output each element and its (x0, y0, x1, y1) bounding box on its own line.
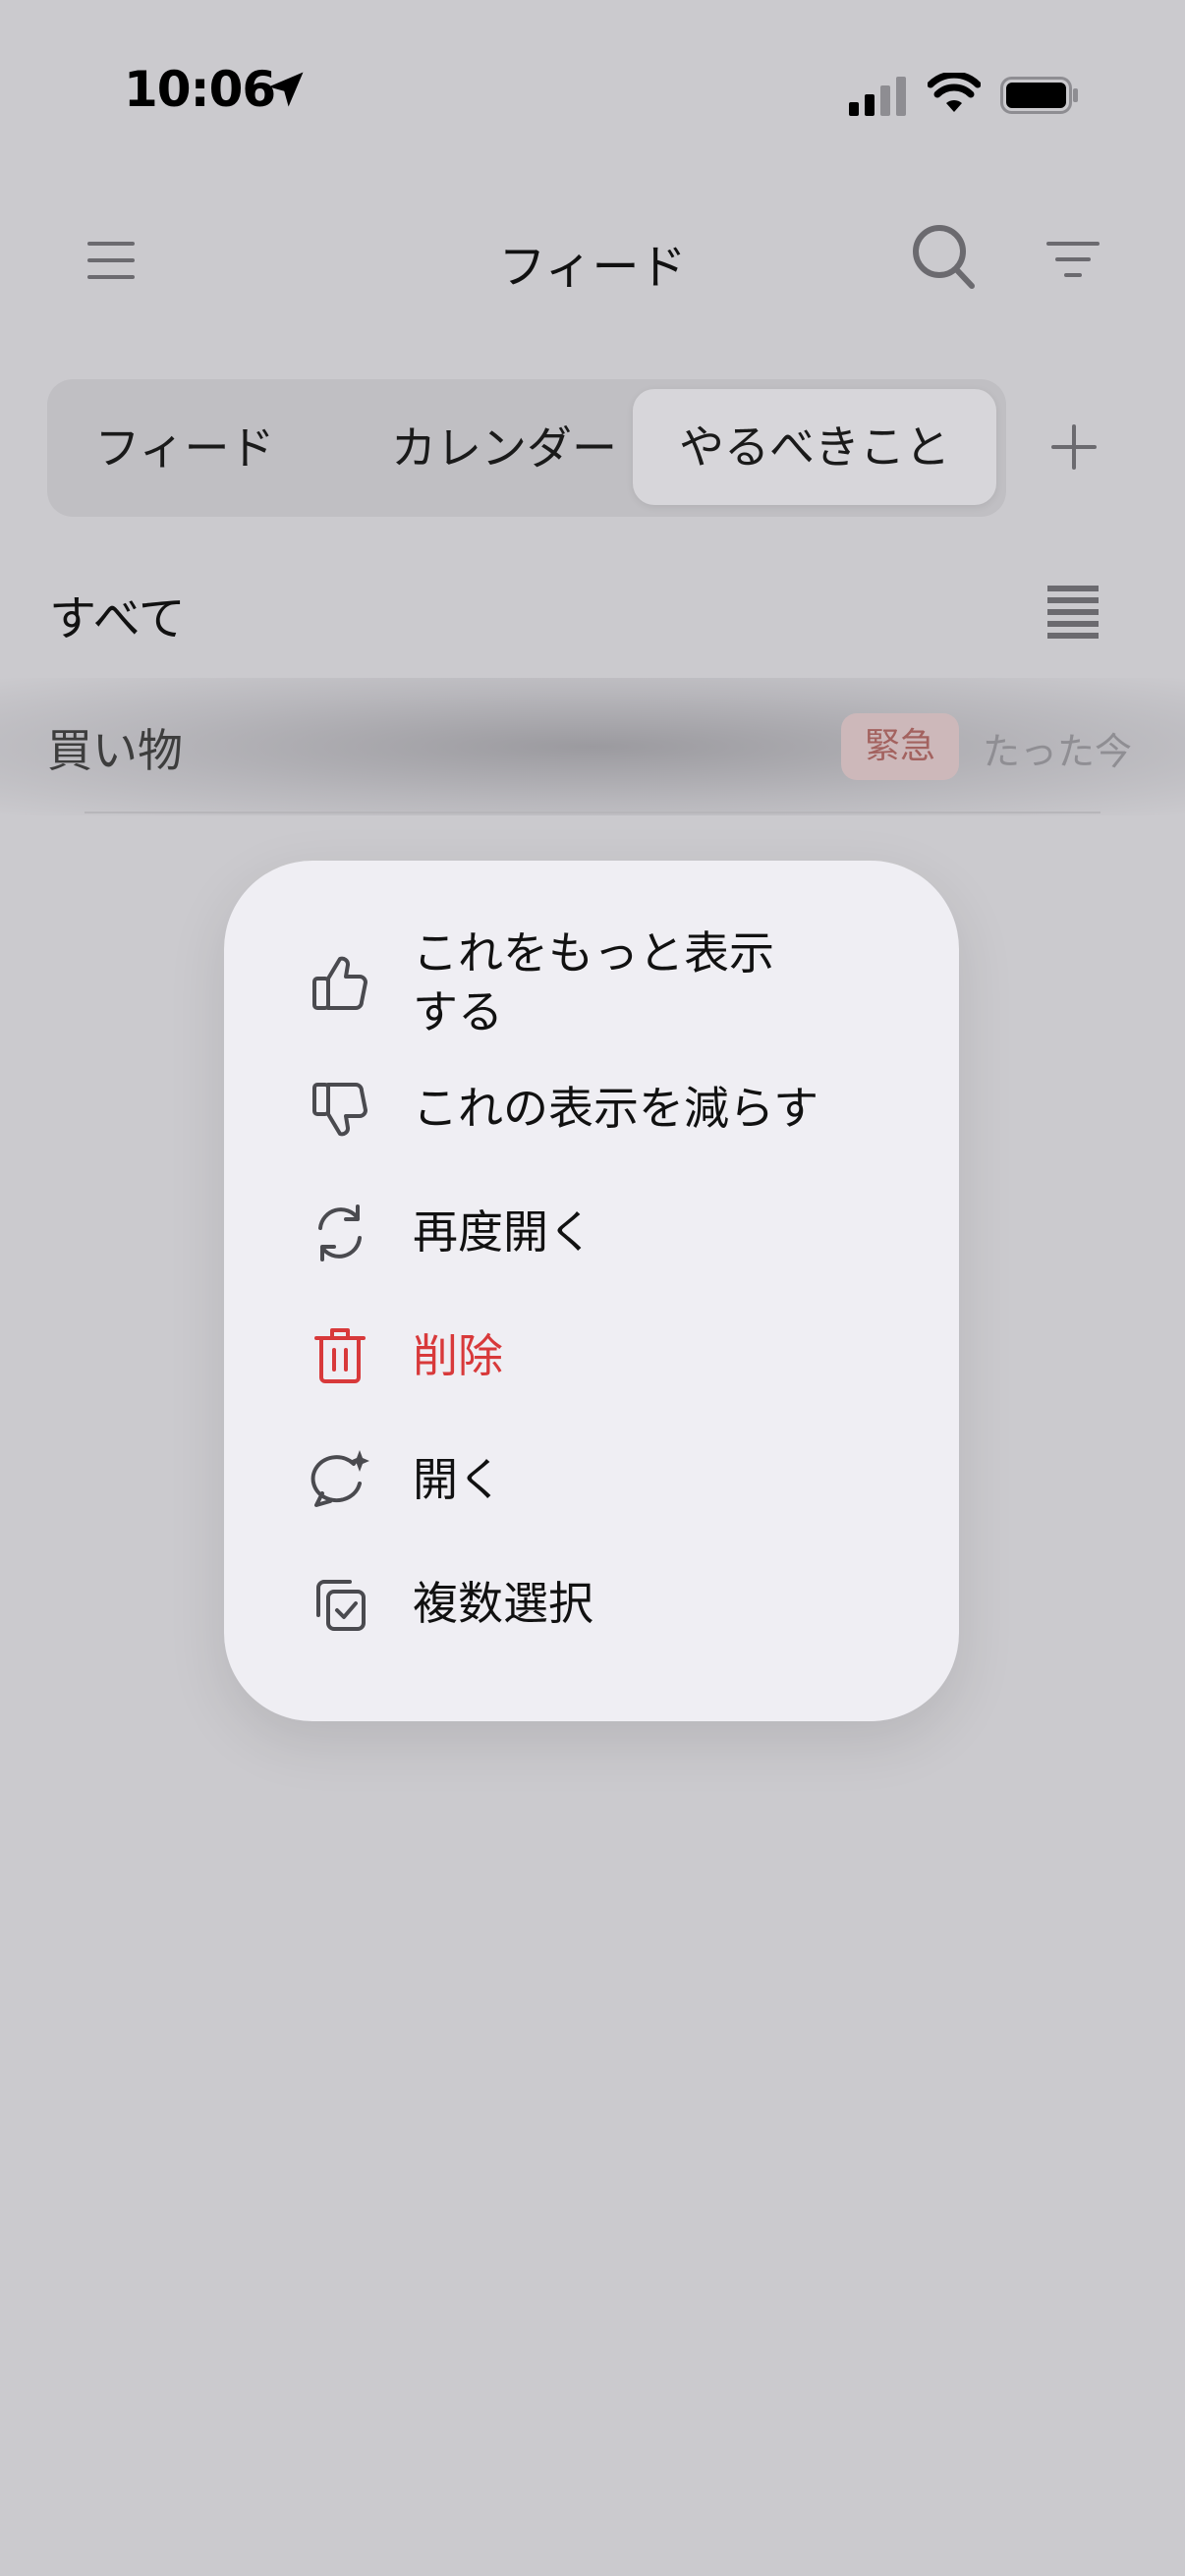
trash-icon (314, 1328, 366, 1383)
context-menu: これをもっと表示 する これの表示を減らす 再度開く 削除 開く 複数選択 (224, 861, 959, 1721)
battery-icon (1000, 77, 1078, 114)
add-tab-icon[interactable] (1051, 424, 1097, 470)
menu-item-show-less[interactable]: これの表示を減らす (224, 1075, 959, 1144)
thumbs-up-icon (312, 956, 367, 1010)
menu-item-show-more[interactable]: これをもっと表示 する (224, 924, 959, 1041)
list-item[interactable]: 買い物 緊急 たった今 (0, 678, 1185, 815)
menu-item-delete[interactable]: 削除 (224, 1322, 959, 1391)
menu-item-label: 削除 (413, 1329, 503, 1382)
refresh-icon (318, 1204, 362, 1261)
location-arrow-icon (268, 72, 304, 107)
list-view-icon[interactable] (1045, 584, 1100, 641)
priority-badge: 緊急 (841, 713, 959, 780)
menu-item-label: 再度開く (413, 1205, 593, 1259)
menu-item-open[interactable]: 開く (224, 1446, 959, 1515)
cellular-signal-icon (849, 77, 906, 116)
thumbs-down-icon (312, 1083, 367, 1137)
list-filter-label[interactable]: すべて (49, 580, 186, 648)
tab-calendar[interactable]: カレンダー (342, 379, 666, 517)
item-timestamp: たった今 (983, 730, 1133, 773)
menu-item-multi-select[interactable]: 複数選択 (224, 1570, 959, 1639)
tab-todo[interactable]: やるべきこと (633, 389, 996, 505)
search-icon[interactable] (910, 222, 977, 291)
item-title: 買い物 (47, 724, 183, 777)
multi-select-icon (316, 1580, 366, 1631)
menu-item-reopen[interactable]: 再度開く (224, 1199, 959, 1267)
menu-item-label: 複数選択 (413, 1577, 593, 1630)
wifi-icon (928, 73, 981, 112)
divider (85, 812, 1100, 813)
page-title: フィード (498, 240, 687, 295)
tab-feed[interactable]: フィード (47, 379, 322, 517)
menu-item-label: 開く (413, 1453, 503, 1506)
tab-bar: フィード カレンダー やるべきこと (47, 379, 1006, 517)
chat-sparkle-icon (310, 1450, 369, 1507)
status-time: 10:06 (124, 61, 276, 118)
menu-item-label: これをもっと表示 する (413, 926, 774, 1038)
screen: 10:06 フィード フィード カレンダー やるべきこと すべて 買い物 緊急 … (0, 0, 1185, 2576)
menu-item-label: これの表示を減らす (413, 1082, 819, 1135)
filter-icon[interactable] (1045, 238, 1100, 281)
